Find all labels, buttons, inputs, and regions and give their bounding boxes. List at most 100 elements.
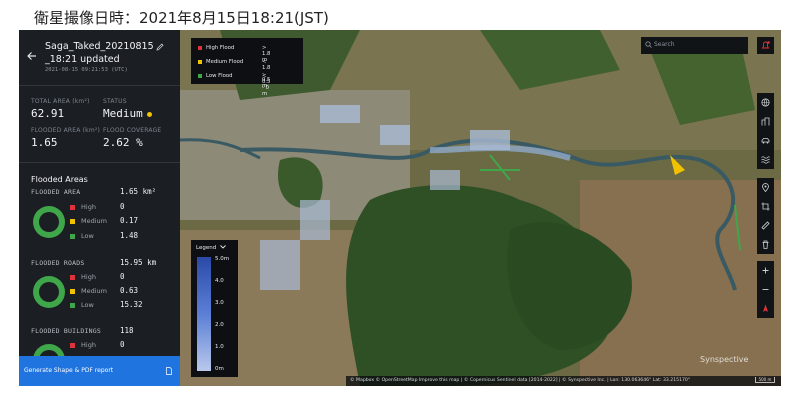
- title-line-1: Saga_Taked_20210815: [45, 41, 154, 52]
- edit-pencil-icon[interactable]: [156, 43, 164, 51]
- status-text: Medium: [103, 107, 143, 120]
- legend-row-low: Low Flood < 0.5 - 0 m: [198, 73, 270, 97]
- medium-color-swatch: [70, 289, 75, 294]
- high-color-swatch: [70, 343, 75, 348]
- flooded-roads-donut-chart: [33, 276, 65, 308]
- generate-report-button[interactable]: Generate Shape & PDF report: [19, 356, 180, 386]
- depth-legend-title: Legend: [196, 245, 217, 251]
- level-high-label: High: [81, 273, 96, 281]
- depth-tick: 3.0: [215, 300, 224, 306]
- level-low-label: Low: [81, 232, 94, 240]
- status-dot-icon: [146, 111, 152, 117]
- generate-report-label: Generate Shape & PDF report: [24, 367, 114, 374]
- document-icon: [166, 367, 172, 375]
- low-color-swatch: [70, 303, 75, 308]
- legend-row-high: High Flood > 1.8 m: [198, 45, 270, 63]
- chevron-down-icon: [220, 245, 227, 249]
- title-line-2: _18:21 updated: [45, 54, 120, 65]
- category-label: FLOODED BUILDINGS: [31, 327, 101, 335]
- back-arrow-icon[interactable]: [26, 50, 38, 62]
- level-medium-value: 0.17: [120, 216, 139, 225]
- search-icon: [645, 41, 652, 48]
- category-label: FLOODED ROADS: [31, 259, 85, 267]
- depth-legend-toggle[interactable]: Legend: [196, 245, 227, 251]
- alert-button[interactable]: [757, 37, 774, 54]
- compass-icon: [763, 304, 768, 312]
- crop-area-button[interactable]: [757, 197, 774, 216]
- scale-bar: 500 m: [755, 377, 775, 383]
- depth-tick: 2.0: [215, 322, 224, 328]
- minus-icon: [762, 289, 769, 290]
- level-low-value: 15.32: [120, 300, 143, 309]
- sidebar-panel: Saga_Taked_20210815 _18:21 updated 2021-…: [19, 30, 180, 386]
- compass-button[interactable]: [757, 299, 774, 318]
- low-color-swatch: [70, 234, 75, 239]
- satellite-map[interactable]: High Flood > 1.8 m Medium Flood < 1.8 - 0.…: [180, 30, 781, 386]
- divider: [19, 162, 180, 163]
- ruler-icon: [761, 221, 770, 230]
- flood-coverage-value: 2.62 %: [103, 136, 143, 149]
- attribution-text: © Mapbox © OpenStreetMap Improve this ma…: [350, 378, 691, 383]
- location-pin-icon: [762, 183, 769, 192]
- legend-range: < 0.5 - 0 m: [262, 73, 271, 97]
- depth-tick: 5.0m: [215, 256, 230, 262]
- depth-color-scale: [197, 257, 211, 371]
- level-high-value: 0: [120, 202, 125, 211]
- globe-button[interactable]: [757, 93, 774, 112]
- level-low-label: Low: [81, 301, 94, 309]
- total-area-value: 62.91: [31, 107, 65, 120]
- car-icon: [761, 138, 770, 144]
- zoom-in-button[interactable]: [757, 261, 774, 280]
- locate-button[interactable]: [757, 178, 774, 197]
- level-medium-label: Medium: [81, 217, 107, 225]
- flooded-area-value: 1.65: [31, 136, 58, 149]
- bell-alert-icon: [761, 41, 770, 49]
- measure-button[interactable]: [757, 216, 774, 235]
- level-high-value: 0: [120, 340, 125, 349]
- high-flood-swatch: [198, 45, 202, 50]
- level-high-label: High: [81, 203, 96, 211]
- map-search-input[interactable]: Search: [641, 37, 748, 54]
- depth-tick: 1.0: [215, 344, 224, 350]
- capture-datetime-caption: 衛星撮像日時：2021年8月15日18:21(JST): [34, 9, 329, 27]
- roads-button[interactable]: [757, 131, 774, 150]
- flooded-area-label: FLOODED AREA (km²): [31, 127, 101, 134]
- zoom-out-button[interactable]: [757, 280, 774, 299]
- search-placeholder: Search: [654, 41, 675, 48]
- level-low-value: 1.48: [120, 231, 139, 240]
- category-label: FLOODED AREA: [31, 188, 81, 196]
- water-layer-button[interactable]: [757, 150, 774, 169]
- depth-tick: 4.0: [215, 278, 224, 284]
- crop-icon: [761, 202, 770, 211]
- total-area-label: TOTAL AREA (km²): [31, 98, 90, 105]
- delete-button[interactable]: [757, 235, 774, 254]
- high-color-swatch: [70, 205, 75, 210]
- analysis-title: Saga_Taked_20210815 _18:21 updated: [45, 40, 177, 66]
- waves-icon: [761, 156, 770, 164]
- map-attribution-bar: © Mapbox © OpenStreetMap Improve this ma…: [346, 376, 781, 386]
- legend-name: Medium Flood: [206, 59, 244, 65]
- category-value: 1.65 km²: [120, 187, 157, 196]
- buildings-button[interactable]: [757, 112, 774, 131]
- plus-icon: [762, 267, 769, 274]
- map-toolbar-lower: [757, 178, 774, 254]
- level-high-label: High: [81, 341, 96, 349]
- flooded-areas-heading: Flooded Areas: [31, 175, 88, 184]
- medium-color-swatch: [70, 219, 75, 224]
- depth-tick: 0m: [215, 366, 224, 372]
- map-toolbar-upper: [757, 93, 774, 169]
- medium-flood-swatch: [198, 59, 202, 64]
- globe-icon: [761, 98, 770, 107]
- category-value: 15.95 km: [120, 258, 157, 267]
- legend-name: High Flood: [206, 45, 235, 51]
- low-flood-swatch: [198, 73, 202, 78]
- status-value: Medium: [103, 107, 152, 120]
- category-value: 118: [120, 326, 134, 335]
- trash-icon: [762, 240, 769, 249]
- updated-timestamp: 2021-08-15 09:21:53 (UTC): [45, 67, 128, 73]
- high-color-swatch: [70, 275, 75, 280]
- level-medium-value: 0.63: [120, 286, 139, 295]
- flood-coverage-label: FLOOD COVERAGE: [103, 127, 162, 134]
- building-icon: [761, 117, 770, 126]
- legend-name: Low Flood: [206, 73, 233, 79]
